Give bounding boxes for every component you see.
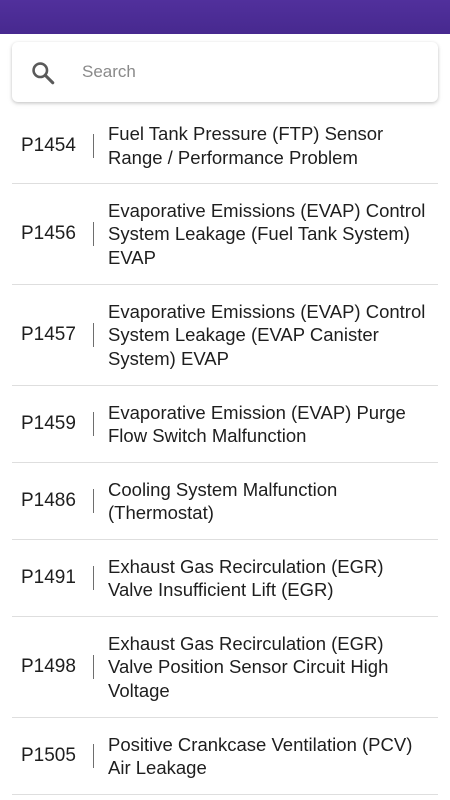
code-label: P1454 <box>12 120 94 171</box>
status-bar <box>0 0 450 34</box>
search-icon[interactable] <box>30 60 56 86</box>
code-description: Evaporative Emissions (EVAP) Control Sys… <box>108 199 426 268</box>
divider <box>93 489 94 513</box>
list-item[interactable]: P1457 Evaporative Emissions (EVAP) Contr… <box>12 285 438 386</box>
divider <box>93 655 94 679</box>
list-item[interactable]: P1498 Exhaust Gas Recirculation (EGR) Va… <box>12 617 438 718</box>
list-item[interactable]: P1456 Evaporative Emissions (EVAP) Contr… <box>12 184 438 285</box>
code-label: P1457 <box>12 297 94 373</box>
divider <box>93 412 94 436</box>
code-label: P1486 <box>12 475 94 527</box>
code-label: P1491 <box>12 552 94 604</box>
search-input[interactable] <box>82 54 412 90</box>
code-description: Exhaust Gas Recirculation (EGR) Valve In… <box>108 555 384 601</box>
code-label: P1459 <box>12 398 94 450</box>
code-label: P1498 <box>12 629 94 705</box>
list-item[interactable]: P1505 Positive Crankcase Ventilation (PC… <box>12 718 438 795</box>
divider <box>93 133 94 158</box>
divider <box>93 566 94 590</box>
code-description: Evaporative Emissions (EVAP) Control Sys… <box>108 300 426 369</box>
code-description: Positive Crankcase Ventilation (PCV) Air… <box>108 733 413 779</box>
divider <box>93 222 94 246</box>
code-list: P1454 Fuel Tank Pressure (FTP) Sensor Ra… <box>12 108 438 800</box>
code-description: Fuel Tank Pressure (FTP) Sensor Range / … <box>108 123 384 168</box>
list-item[interactable]: P1491 Exhaust Gas Recirculation (EGR) Va… <box>12 540 438 617</box>
list-item[interactable]: P1459 Evaporative Emission (EVAP) Purge … <box>12 386 438 463</box>
list-item[interactable]: P1454 Fuel Tank Pressure (FTP) Sensor Ra… <box>12 108 438 184</box>
code-label: P1456 <box>12 196 94 272</box>
code-description: Evaporative Emission (EVAP) Purge Flow S… <box>108 401 406 447</box>
divider <box>93 323 94 347</box>
code-description: Exhaust Gas Recirculation (EGR) Valve Po… <box>108 632 389 701</box>
list-item[interactable]: P1486 Cooling System Malfunction (Thermo… <box>12 463 438 540</box>
code-label: P1505 <box>12 730 94 782</box>
code-description: Cooling System Malfunction (Thermostat) <box>108 478 338 524</box>
divider <box>93 744 94 768</box>
search-bar[interactable] <box>12 42 438 102</box>
